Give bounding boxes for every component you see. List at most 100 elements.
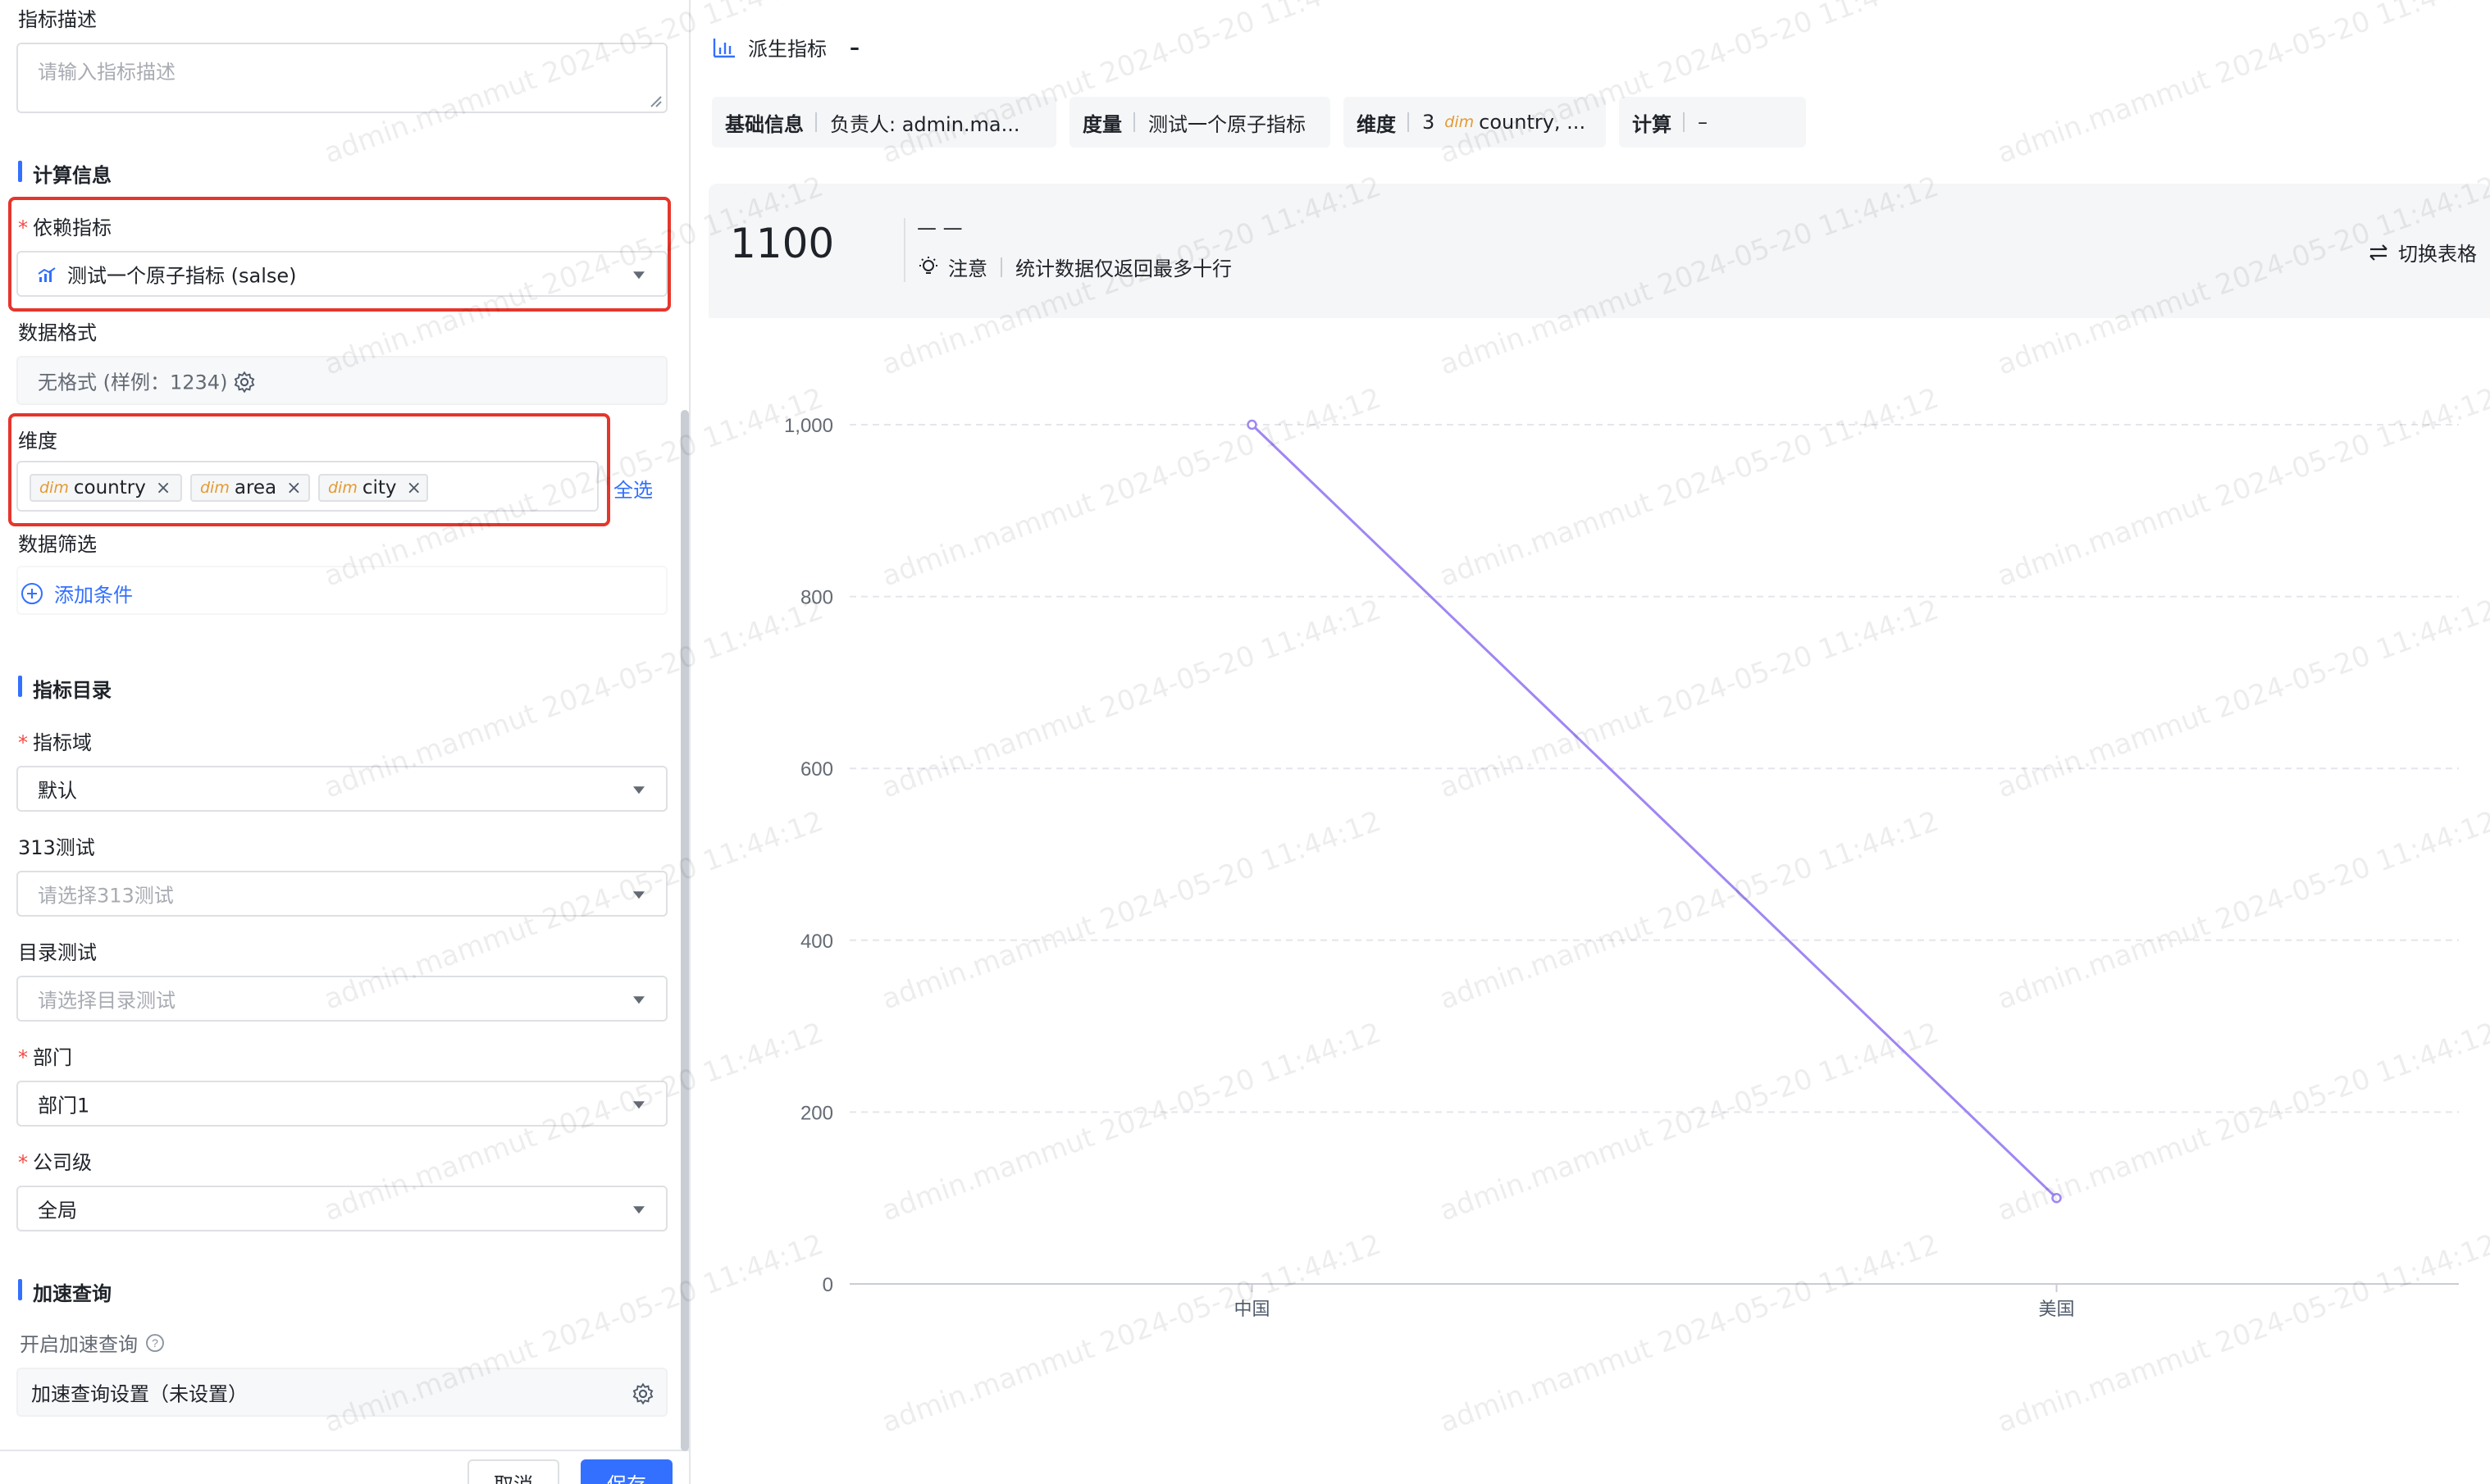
plus-circle-icon — [21, 582, 43, 604]
chevron-down-icon — [633, 996, 645, 1004]
company-level-label: * 公司级 — [18, 1151, 92, 1174]
series-line — [1251, 423, 2058, 1199]
help-icon[interactable]: ? — [144, 1332, 166, 1354]
toggle-table-label: 切换表格 — [2398, 243, 2477, 266]
summary-divider — [904, 218, 905, 282]
calc-info-section-title: 计算信息 — [18, 159, 112, 188]
form-scrollbar[interactable] — [681, 410, 689, 1451]
metric-form-panel: 指标描述 请输入指标描述 计算信息 * 依赖指标 测试一个原子指标 (salse)… — [0, 0, 691, 1484]
measure-text: 测试一个原子指标 — [1148, 112, 1306, 136]
x-tick-label: 中国 — [1234, 1300, 1270, 1320]
data-point — [2051, 1192, 2062, 1204]
save-button[interactable]: 保存 — [581, 1459, 673, 1484]
dimension-multiselect[interactable]: dim country × dim area × dim city × — [16, 461, 599, 512]
summary-card: 1100 — — 注意 统计数据仅返回最多十行 切换表格 — [709, 184, 2490, 318]
domain-select[interactable]: 默认 — [16, 766, 668, 812]
y-tick-label: 1,000 — [784, 415, 833, 437]
dim-prefix: dim — [200, 479, 230, 497]
info-pill-dimension[interactable]: 维度 3 dim country, ... — [1343, 97, 1606, 148]
chevron-down-icon — [633, 1101, 645, 1109]
department-label: * 部门 — [18, 1046, 72, 1069]
chart-area: 0 200 400 600 800 1,000 中国 美国 — [709, 318, 2490, 1484]
data-format-label: 数据格式 — [18, 321, 97, 344]
dimension-label: 维度 — [18, 430, 57, 453]
dimension-tag-label: area — [234, 477, 277, 498]
preview-header: 派生指标 – — [712, 33, 860, 61]
add-condition-label: 添加条件 — [54, 584, 133, 607]
company-level-select[interactable]: 全局 — [16, 1186, 668, 1231]
dim-prefix: dim — [39, 479, 69, 497]
accel-section-title: 加速查询 — [18, 1277, 112, 1306]
description-label: 指标描述 — [18, 8, 97, 31]
page-title-suffix: – — [850, 35, 860, 59]
dependent-metric-select[interactable]: 测试一个原子指标 (salse) — [16, 251, 668, 297]
dimension-tag-label: city — [362, 477, 397, 498]
svg-text:?: ? — [152, 1336, 158, 1350]
description-textarea[interactable]: 请输入指标描述 — [16, 43, 668, 113]
line-chart: 0 200 400 600 800 1,000 中国 美国 — [784, 415, 2459, 1320]
metric-preview-panel: 派生指标 – 基础信息 负责人: admin.ma... 度量 测试一个原子指标… — [692, 0, 2490, 1484]
description-placeholder: 请输入指标描述 — [38, 61, 176, 84]
test313-placeholder: 请选择313测试 — [38, 884, 174, 908]
filter-area: 添加条件 — [16, 566, 668, 615]
x-tick-label: 美国 — [2038, 1300, 2074, 1320]
dimension-count: 3 — [1422, 111, 1435, 134]
info-pill-calc[interactable]: 计算 – — [1619, 97, 1806, 148]
note-row: 注意 统计数据仅返回最多十行 — [917, 253, 1232, 281]
calc-text: – — [1698, 111, 1708, 134]
metric-chart-icon — [38, 267, 56, 282]
summary-dash: — — — [917, 216, 963, 239]
select-all-link[interactable]: 全选 — [613, 474, 653, 503]
y-tick-label: 200 — [800, 1102, 833, 1124]
dimension-text: country, ... — [1479, 111, 1586, 134]
footer-divider — [0, 1450, 691, 1451]
dimension-tag: dim area × — [190, 474, 310, 502]
dependent-metric-label: * 依赖指标 — [18, 216, 112, 239]
cancel-button[interactable]: 取消 — [467, 1459, 559, 1484]
chevron-down-icon — [633, 271, 645, 280]
resize-handle-icon[interactable] — [650, 95, 663, 108]
data-format-value: 无格式 (样例：1234) — [38, 371, 228, 394]
dim-prefix: dim — [328, 479, 358, 497]
owner-text: 负责人: admin.ma... — [830, 112, 1020, 136]
y-tick-label: 600 — [800, 758, 833, 781]
chevron-down-icon — [633, 891, 645, 899]
close-icon[interactable]: × — [156, 478, 171, 498]
total-value: 1100 — [730, 220, 835, 267]
add-condition-button[interactable]: 添加条件 — [20, 579, 133, 608]
data-filter-label: 数据筛选 — [18, 533, 97, 556]
department-select[interactable]: 部门1 — [16, 1081, 668, 1127]
data-format-field[interactable]: 无格式 (样例：1234) — [16, 356, 668, 405]
dependent-metric-value: 测试一个原子指标 (salse) — [67, 264, 297, 288]
test313-select[interactable]: 请选择313测试 — [16, 871, 668, 917]
y-tick-label: 800 — [800, 587, 833, 609]
lightbulb-icon — [919, 256, 937, 274]
dimension-tag: dim city × — [318, 474, 428, 502]
department-value: 部门1 — [38, 1094, 90, 1118]
catalog-test-select[interactable]: 请选择目录测试 — [16, 976, 668, 1022]
accel-settings-field[interactable]: 加速查询设置（未设置） — [16, 1368, 668, 1417]
chevron-down-icon — [633, 1206, 645, 1214]
gear-icon[interactable] — [233, 371, 256, 394]
test313-label: 313测试 — [18, 836, 95, 859]
dim-prefix: dim — [1444, 113, 1475, 131]
bar-chart-icon — [713, 38, 735, 57]
note-separator — [1001, 257, 1002, 277]
page-title: 派生指标 — [748, 38, 827, 61]
info-pill-measure[interactable]: 度量 测试一个原子指标 — [1069, 97, 1330, 148]
accel-settings-value: 加速查询设置（未设置） — [31, 1382, 248, 1406]
y-tick-label: 400 — [800, 931, 833, 953]
domain-label: * 指标域 — [18, 731, 92, 754]
data-point — [1247, 419, 1257, 430]
gear-icon[interactable] — [632, 1382, 654, 1405]
toggle-table-button[interactable]: 切换表格 — [2367, 238, 2477, 266]
close-icon[interactable]: × — [286, 478, 301, 498]
catalog-section-title: 指标目录 — [18, 674, 112, 703]
swap-icon — [2369, 244, 2387, 261]
catalog-test-placeholder: 请选择目录测试 — [38, 989, 176, 1013]
dimension-tag-label: country — [73, 477, 146, 498]
close-icon[interactable]: × — [407, 478, 422, 498]
accel-toggle-label: 开启加速查询 — [20, 1333, 138, 1356]
info-pill-basic[interactable]: 基础信息 负责人: admin.ma... — [712, 97, 1056, 148]
catalog-test-label: 目录测试 — [18, 941, 97, 964]
